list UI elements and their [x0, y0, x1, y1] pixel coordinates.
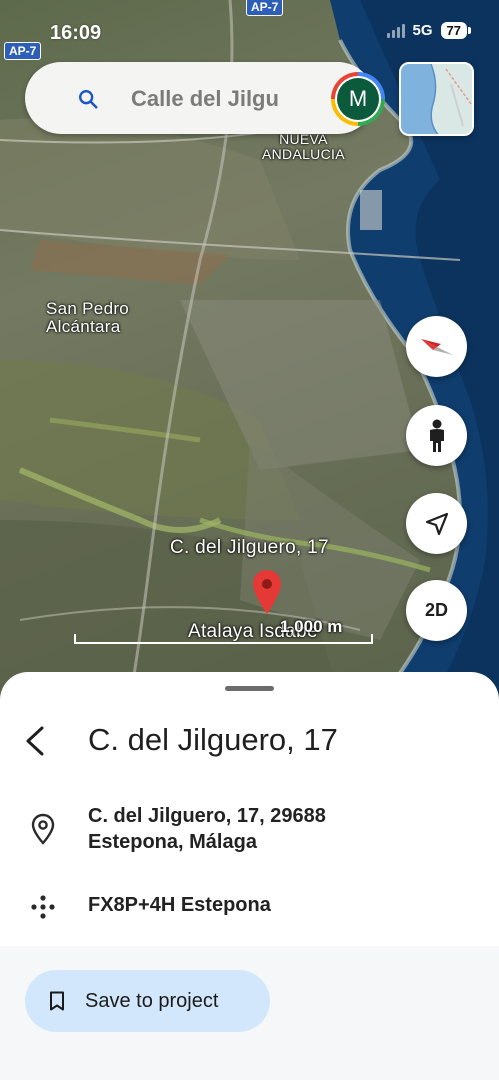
pegman-icon: [429, 419, 444, 452]
account-avatar-button[interactable]: M: [331, 72, 385, 126]
battery-icon: 77: [440, 22, 472, 39]
sheet-footer: Save to project: [0, 946, 499, 1080]
compass-icon: [420, 338, 453, 355]
minimap-button[interactable]: [399, 62, 474, 136]
navigation-arrow-icon: [425, 512, 448, 535]
map-label-nueva-andalucia: NUEVA ANDALUCIA: [262, 131, 345, 162]
place-address[interactable]: C. del Jilguero, 17, 29688 Estepona, Mál…: [88, 803, 326, 855]
map-label-san-pedro: San Pedro Alcántara: [46, 299, 130, 336]
avatar: M: [337, 78, 379, 120]
road-shield-ap7: AP-7: [246, 0, 284, 16]
street-view-button[interactable]: [406, 405, 467, 466]
search-bar[interactable]: Calle del Jilgu M: [25, 62, 385, 134]
avatar-frame: M: [335, 76, 381, 122]
sheet-drag-handle[interactable]: [225, 686, 274, 691]
scale-label: 1,000 m: [280, 617, 343, 636]
my-location-button[interactable]: [406, 493, 467, 554]
network-type: 5G: [412, 22, 433, 39]
plus-code-icon: [31, 895, 55, 919]
address-line-2: Estepona, Málaga: [88, 831, 257, 853]
search-input[interactable]: Calle del Jilgu: [131, 86, 321, 112]
road-shield-ap7: AP-7: [4, 42, 42, 60]
location-marker-icon[interactable]: [253, 570, 281, 614]
satellite-map[interactable]: AP-7 AP-7 NUEVA ANDALUCIA San Pedro Alcá…: [0, 0, 499, 700]
place-title: C. del Jilguero, 17: [88, 722, 338, 757]
bookmark-icon: [50, 991, 64, 1011]
plus-code[interactable]: FX8P+4H Estepona: [88, 894, 271, 917]
minimap-icon: [401, 64, 472, 134]
save-to-project-label: Save to project: [85, 990, 219, 1012]
location-pin-icon: [31, 813, 55, 845]
address-line-1: C. del Jilguero, 17, 29688: [88, 805, 326, 827]
back-arrow-icon[interactable]: [22, 724, 48, 758]
map-label-street: C. del Jilguero, 17: [170, 537, 329, 558]
place-details-sheet: C. del Jilguero, 17 C. del Jilguero, 17,…: [0, 672, 499, 1080]
signal-icon: [386, 23, 405, 38]
search-icon[interactable]: [77, 88, 99, 110]
save-to-project-button[interactable]: Save to project: [25, 970, 270, 1032]
status-indicators: 5G 77: [386, 22, 472, 39]
view-2d-button[interactable]: 2D: [406, 580, 467, 641]
status-time: 16:09: [50, 22, 102, 44]
compass-button[interactable]: [406, 316, 467, 377]
